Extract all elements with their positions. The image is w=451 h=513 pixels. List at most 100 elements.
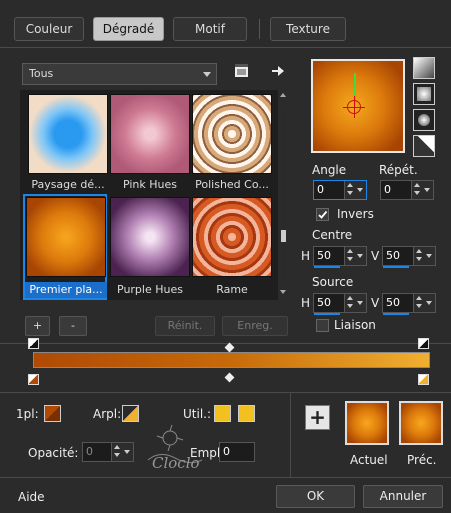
source-v-field[interactable]: 50 <box>382 293 436 315</box>
gallery-thumb-paysage[interactable] <box>28 94 108 174</box>
scroll-down-icon[interactable] <box>280 290 286 294</box>
angle-stepper[interactable] <box>344 181 366 199</box>
angle-label: Angle <box>312 163 347 177</box>
repeat-field[interactable]: 0 <box>380 180 434 200</box>
center-v-value: 50 <box>386 249 400 262</box>
gallery-label: Premier pla... <box>25 282 107 298</box>
footer-divider <box>0 477 451 478</box>
center-v-level <box>383 266 409 268</box>
arpl-label: Arpl: <box>93 407 122 421</box>
gallery-scrollbar[interactable] <box>278 90 289 300</box>
cancel-button[interactable]: Annuler <box>363 485 443 508</box>
category-dropdown[interactable]: Tous <box>22 63 217 85</box>
crosshair-v-line <box>354 96 355 118</box>
link-label: Liaison <box>334 318 376 332</box>
add-gradient-button[interactable]: + <box>25 316 50 336</box>
source-h-field[interactable]: 50 <box>313 293 367 315</box>
scroll-track <box>281 108 286 280</box>
center-label: Centre <box>312 228 353 242</box>
opacity-stop-left[interactable] <box>28 338 39 349</box>
tab-degrade[interactable]: Dégradé <box>93 17 164 41</box>
opacity-stop-right[interactable] <box>418 338 429 349</box>
link-checkbox[interactable] <box>316 319 329 332</box>
color-midpoint[interactable] <box>224 372 235 383</box>
angle-field[interactable]: 0 <box>313 180 367 200</box>
tab-couleur[interactable]: Couleur <box>14 17 84 41</box>
category-dropdown-value: Tous <box>29 67 54 80</box>
list-view-icon[interactable] <box>234 63 250 79</box>
reset-button[interactable]: Réinit. <box>155 316 215 336</box>
opacity-label: Opacité: <box>28 446 79 460</box>
first-plan-swatch[interactable] <box>44 405 61 422</box>
gallery-thumb-polished-copper[interactable] <box>192 94 272 174</box>
source-h-value: 50 <box>317 296 331 309</box>
center-h-field[interactable]: 50 <box>313 246 367 268</box>
center-h-value: 50 <box>317 249 331 262</box>
scroll-thumb[interactable] <box>281 230 286 242</box>
repeat-stepper[interactable] <box>411 181 433 199</box>
source-h-stepper[interactable] <box>344 294 366 312</box>
tab-texture[interactable]: Texture <box>270 17 346 41</box>
repeat-label: Répét. <box>379 163 418 177</box>
watermark-logo: Cloclo <box>140 420 210 475</box>
center-v-label: V <box>371 249 380 263</box>
user-color-swatch-2[interactable] <box>238 405 255 422</box>
arrow-right-icon[interactable] <box>270 63 286 79</box>
radial-style-icon[interactable] <box>413 135 435 157</box>
tab-divider <box>259 19 260 39</box>
gallery-thumb-rame[interactable] <box>192 197 272 277</box>
current-preview <box>345 401 389 445</box>
gradient-bar[interactable] <box>33 352 430 368</box>
invert-label: Invers <box>337 207 374 221</box>
gallery-label: Pink Hues <box>122 178 178 191</box>
color-stop-left[interactable] <box>28 374 39 385</box>
source-h-level <box>314 313 340 315</box>
source-label: Source <box>312 275 354 289</box>
repeat-value: 0 <box>384 183 391 196</box>
gradient-preview[interactable] <box>311 59 405 153</box>
source-v-value: 50 <box>386 296 400 309</box>
location-field[interactable]: 0 <box>219 442 255 462</box>
gallery-label: Rame <box>216 283 248 296</box>
rectangular-style-icon[interactable] <box>413 83 435 105</box>
center-h-level <box>314 266 340 268</box>
sunburst-style-icon[interactable] <box>413 109 435 131</box>
gallery-label: Purple Hues <box>117 283 183 296</box>
watermark-text: Cloclo <box>152 454 200 472</box>
gallery-thumb-pink-hues[interactable] <box>110 94 190 174</box>
background-swatch[interactable] <box>122 405 139 422</box>
opacity-stepper[interactable] <box>111 443 133 461</box>
previous-preview[interactable] <box>399 401 443 445</box>
preview-divider <box>290 393 291 478</box>
tabs-divider <box>0 47 451 48</box>
source-v-level <box>383 313 409 315</box>
angle-value: 0 <box>317 183 324 196</box>
scroll-up-icon[interactable] <box>280 93 286 97</box>
rectangular-style-inner <box>417 87 431 101</box>
source-v-label: V <box>371 296 380 310</box>
tab-motif[interactable]: Motif <box>173 17 247 41</box>
invert-checkbox[interactable] <box>316 208 329 221</box>
gallery-label: Paysage dé... <box>31 178 105 191</box>
location-value: 0 <box>223 445 230 458</box>
opacity-value: 0 <box>86 445 93 458</box>
opacity-field[interactable]: 0 <box>82 442 134 462</box>
color-stop-right[interactable] <box>418 374 429 385</box>
save-gradient-button[interactable]: Enreg. <box>222 316 288 336</box>
remove-gradient-button[interactable]: - <box>59 316 87 336</box>
help-link[interactable]: Aide <box>18 490 45 504</box>
ok-button[interactable]: OK <box>276 485 355 508</box>
center-h-stepper[interactable] <box>344 247 366 265</box>
linear-style-icon[interactable] <box>413 57 435 79</box>
center-v-field[interactable]: 50 <box>382 246 436 268</box>
center-h-label: H <box>301 249 311 263</box>
gallery-thumb-purple-hues[interactable] <box>110 197 190 277</box>
add-stop-button[interactable]: + <box>305 405 330 430</box>
gallery-thumb-premier-plan[interactable] <box>26 197 106 277</box>
chevron-down-icon <box>203 72 211 77</box>
user-color-swatch[interactable] <box>214 405 231 422</box>
center-v-stepper[interactable] <box>413 247 435 265</box>
sunburst-style-inner <box>418 114 430 126</box>
source-v-stepper[interactable] <box>413 294 435 312</box>
opacity-midpoint[interactable] <box>224 342 235 353</box>
